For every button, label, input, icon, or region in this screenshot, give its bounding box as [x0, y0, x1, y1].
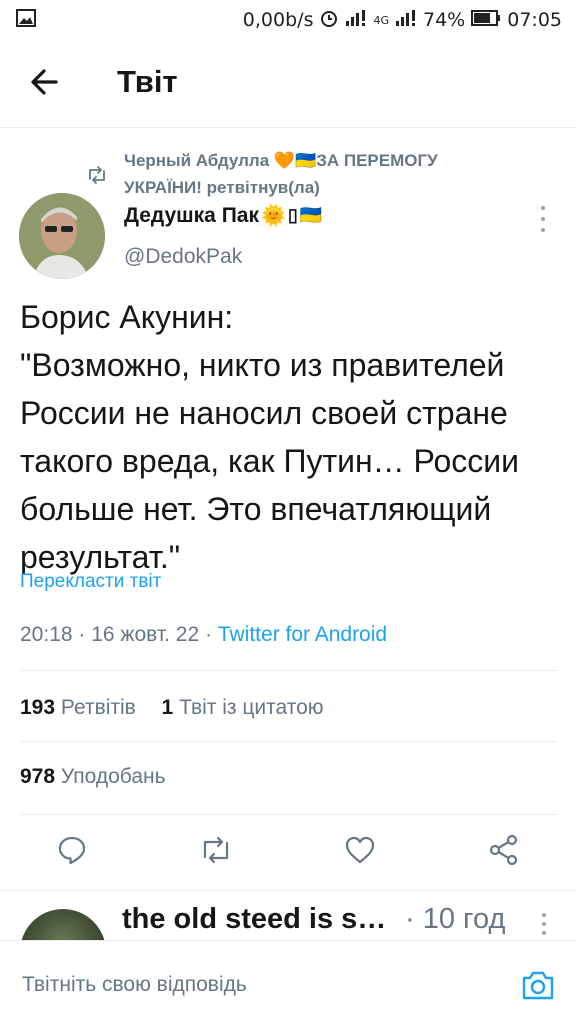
reply-icon [56, 834, 88, 870]
status-bar: 0,00b/s 4G 74% 07:05 [0, 0, 576, 40]
share-icon [488, 834, 520, 870]
reply-avatar[interactable] [20, 909, 106, 941]
like-icon [344, 835, 376, 869]
reply-author-name[interactable]: the old steed is s… [122, 903, 386, 936]
clock: 07:05 [507, 9, 562, 31]
camera-button[interactable] [520, 967, 556, 1003]
quotes-stat[interactable]: 1 Твіт із цитатою [162, 696, 324, 719]
battery-icon [471, 9, 501, 31]
camera-icon [520, 971, 556, 1007]
alarm-icon [319, 8, 339, 33]
app-header: Твіт [0, 40, 576, 128]
arrow-left-icon [26, 69, 66, 106]
tweet-source-link[interactable]: Twitter for Android [218, 623, 387, 646]
reply-compose-bar: Твітніть свою відповідь [0, 940, 576, 1024]
retweet-small-icon [86, 165, 108, 189]
sun-emoji: 🌞 [260, 205, 286, 227]
author-name[interactable]: Дедушка Пак 🌞 ▯ 🇺🇦 [124, 203, 322, 228]
retweeted-by-text: Черный Абдулла 🧡🇺🇦ЗА ПЕРЕМОГУ УКРАЇНИ! р… [124, 151, 438, 197]
signal-icon-2 [395, 9, 417, 32]
like-button[interactable] [340, 830, 380, 874]
retweet-stats: 193 Ретвітів 1 Твіт із цитатою [20, 696, 324, 720]
author-handle[interactable]: @DedokPak [124, 245, 242, 269]
gallery-icon [16, 8, 36, 32]
share-button[interactable] [484, 830, 524, 874]
reply-time: · 10 год [405, 903, 506, 935]
reply-input[interactable]: Твітніть свою відповідь [22, 973, 247, 997]
author-name-text: Дедушка Пак [124, 203, 259, 227]
reply-tweet[interactable]: the old steed is s… · 10 год [0, 890, 576, 941]
avatar[interactable] [19, 193, 105, 279]
tweet-date: 16 жовт. 22 [91, 623, 200, 646]
battery-level: 74% [423, 9, 466, 31]
signal-icon [345, 9, 367, 32]
divider [20, 741, 557, 742]
reply-more-options-button[interactable] [538, 913, 550, 935]
translate-link[interactable]: Перекласти твіт [20, 571, 161, 593]
likes-stat[interactable]: 978 Уподобань [20, 765, 166, 789]
tweet-text: Борис Акунин: "Возможно, никто из правит… [20, 299, 520, 575]
page-title: Твіт [117, 64, 178, 99]
network-type: 4G [373, 13, 389, 27]
divider [20, 670, 557, 671]
retweets-stat[interactable]: 193 Ретвітів [20, 696, 136, 719]
retweet-icon [198, 835, 234, 869]
more-options-button[interactable] [535, 206, 551, 232]
ukraine-flag-emoji: 🇺🇦 [299, 205, 323, 225]
tweet-time: 20:18 [20, 623, 73, 646]
tweet-actions [0, 830, 576, 878]
divider [20, 814, 557, 815]
tweet-meta: 20:18 · 16 жовт. 22 · Twitter for Androi… [20, 623, 388, 646]
placeholder-glyph: ▯ [287, 205, 298, 225]
network-speed: 0,00b/s [242, 9, 314, 31]
back-button[interactable] [26, 62, 66, 102]
reply-button[interactable] [52, 830, 92, 874]
retweet-button[interactable] [196, 830, 236, 874]
